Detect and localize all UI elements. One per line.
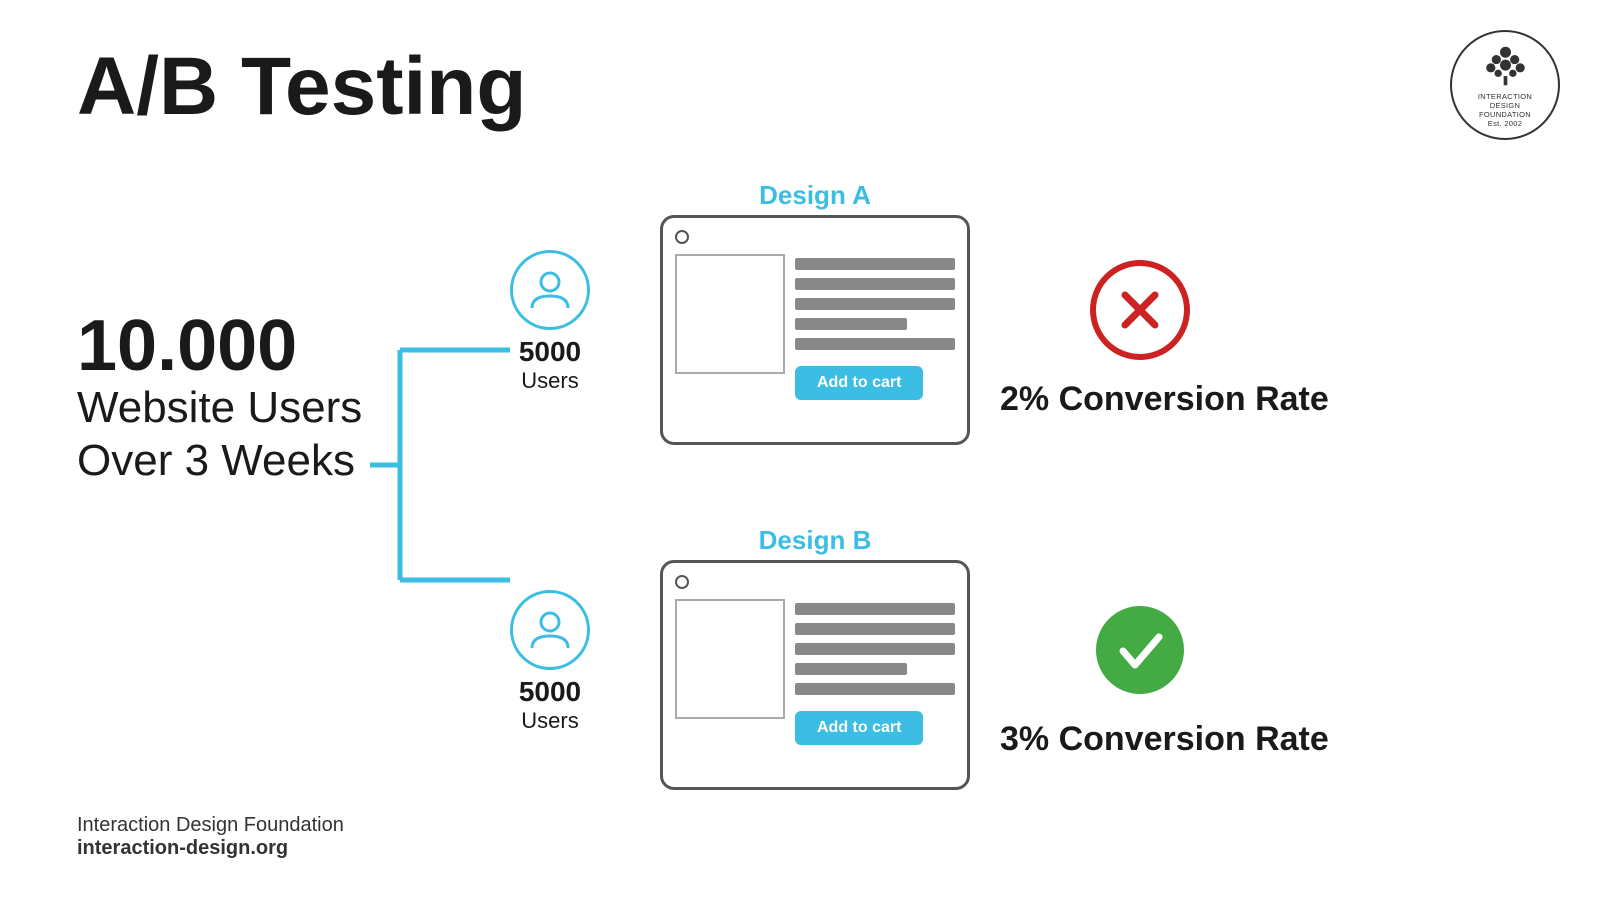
footer: Interaction Design Foundation interactio…	[77, 814, 344, 860]
person-icon-a	[528, 268, 572, 312]
browser-lines-b: Add to cart	[795, 599, 955, 759]
result-text-b: 3% Conversion Rate	[1000, 720, 1380, 759]
line5	[795, 338, 955, 350]
browser-lines-a: Add to cart	[795, 254, 955, 414]
line1	[795, 258, 955, 270]
line5	[795, 683, 955, 695]
user-icon-b: 5000 Users	[510, 590, 590, 734]
check-icon	[1113, 623, 1167, 677]
main-content: 10.000 Website Users Over 3 Weeks Design…	[0, 160, 1600, 900]
user-b-label: 5000 Users	[510, 676, 590, 734]
add-to-cart-a[interactable]: Add to cart	[795, 366, 923, 400]
line4	[795, 318, 907, 330]
total-users-number: 10.000	[77, 310, 362, 382]
browser-mockup-b: Add to cart	[660, 560, 970, 790]
design-b-label: Design B	[660, 525, 970, 556]
logo-text: INTERACTION DESIGNFOUNDATIONEst. 2002	[1462, 92, 1548, 128]
design-a-label: Design A	[660, 180, 970, 211]
user-a-label: 5000 Users	[510, 336, 590, 394]
user-icon-a: 5000 Users	[510, 250, 590, 394]
total-users-block: 10.000 Website Users Over 3 Weeks	[77, 310, 362, 488]
logo: INTERACTION DESIGNFOUNDATIONEst. 2002	[1450, 30, 1560, 140]
browser-dot-a	[675, 230, 689, 244]
browser-mockup-a: Add to cart	[660, 215, 970, 445]
browser-image-b	[675, 599, 785, 719]
logo-tree-icon	[1478, 42, 1533, 90]
result-icon-b	[1090, 600, 1190, 700]
line1	[795, 603, 955, 615]
line3	[795, 643, 955, 655]
browser-image-a	[675, 254, 785, 374]
browser-dot-b	[675, 575, 689, 589]
line3	[795, 298, 955, 310]
result-text-a: 2% Conversion Rate	[1000, 380, 1380, 419]
connector-lines	[370, 220, 530, 710]
line2	[795, 278, 955, 290]
line4	[795, 663, 907, 675]
x-icon	[1115, 285, 1165, 335]
page-title: A/B Testing	[77, 46, 526, 128]
line2	[795, 623, 955, 635]
add-to-cart-b[interactable]: Add to cart	[795, 711, 923, 745]
person-icon-b	[528, 608, 572, 652]
footer-org: Interaction Design Foundation	[77, 814, 344, 837]
total-users-label: Website Users Over 3 Weeks	[77, 382, 362, 488]
footer-url: interaction-design.org	[77, 837, 344, 860]
result-icon-a	[1090, 260, 1190, 360]
